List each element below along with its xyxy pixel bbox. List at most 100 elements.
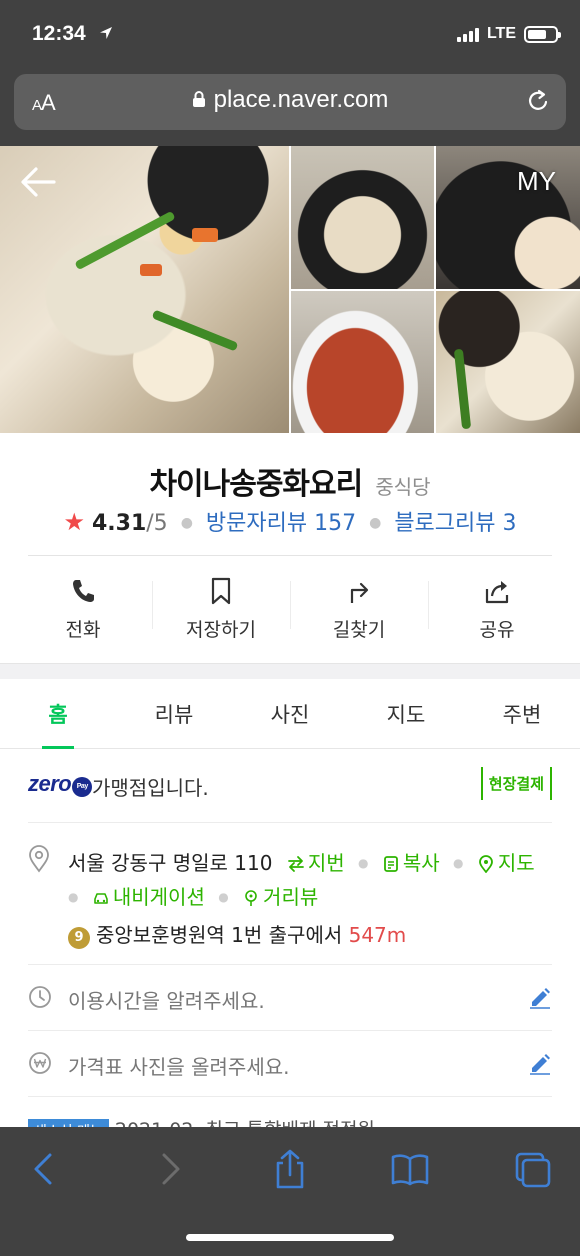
rating-row: ★ 4.31/5 ● 방문자리뷰 157 ● 블로그리뷰 3 [0,505,580,537]
tab-review[interactable]: 리뷰 [116,679,232,748]
url-text: place.naver.com [213,86,389,113]
url-display[interactable]: place.naver.com [14,86,566,114]
rating-max: /5 [146,511,168,536]
address-block: 서울 강동구 명일로 110 지번 ● 복사 ● 지도 ● 내비게이션 ● 거리… [28,823,552,965]
divider [28,555,552,556]
tab-map[interactable]: 지도 [348,679,464,748]
subway-info: 9 중앙보훈병원역 1번 출구에서 547m [68,919,406,949]
streetview-label: 거리뷰 [263,885,319,909]
zero-pay-row: zero Pay 가맹점입니다. 현장결제 [28,749,552,823]
separator-dot: ● [218,890,229,904]
bookmark-icon [211,577,231,605]
map-link[interactable]: 지도 [477,851,535,875]
place-name: 차이나송중화요리 [149,467,363,502]
swap-icon [287,856,304,872]
navigation-link[interactable]: 내비게이션 [92,885,211,909]
separator-dot: ● [180,515,193,531]
tab-bar: 홈 리뷰 사진 지도 주변 [0,679,580,749]
clock-icon [29,986,51,1008]
directions-button[interactable]: 길찾기 [290,571,428,643]
photo-gallery[interactable]: MY [0,146,580,433]
place-category: 중식당 [375,475,431,499]
zero-logo-text: zero [28,771,72,796]
pencil-icon[interactable] [528,985,552,1009]
location-arrow-icon [100,27,112,39]
price-request-text: 가격표 사진을 올려주세요. [68,1055,290,1079]
browser-top-chrome: 12:34 LTE AA place.naver.com [0,0,580,146]
subway-text: 중앙보훈병원역 1번 출구에서 [96,923,343,947]
phone-icon [73,580,94,602]
action-label: 공유 [479,619,515,641]
zero-pay-logo: zero Pay [28,771,93,797]
separator-dot: ● [453,856,464,870]
zero-pay-badge: Pay [72,777,93,797]
place-header: 차이나송중화요리 중식당 ★ 4.31/5 ● 방문자리뷰 157 ● 블로그리… [0,433,580,663]
navigation-label: 내비게이션 [112,885,205,909]
status-bar: 12:34 LTE [0,0,580,70]
info-section: zero Pay 가맹점입니다. 현장결제 서울 강동구 명일로 110 지번 ●… [0,749,580,1135]
pencil-icon[interactable] [528,1051,552,1075]
blog-reviews-link[interactable]: 블로그리뷰 3 [394,511,516,536]
rating-score: 4.31 [91,511,147,536]
hours-request-row[interactable]: 이용시간을 알려주세요. [28,965,552,1031]
tab-home[interactable]: 홈 [0,679,116,749]
separator-dot: ● [369,515,382,531]
hours-request-text: 이용시간을 알려주세요. [68,989,265,1013]
pin-outline-icon [478,855,493,874]
signal-icon [456,27,479,42]
action-label: 저장하기 [186,619,256,641]
subway-line-badge: 9 [68,927,90,949]
lock-icon [192,91,205,107]
photo-thumb-2[interactable] [436,146,580,289]
status-time: 12:34 [32,22,86,45]
streetview-link[interactable]: 거리뷰 [242,885,318,909]
back-chevron-icon[interactable] [24,1149,64,1189]
photo-thumb-4[interactable] [436,291,580,433]
map-label: 지도 [497,851,535,875]
zero-pay-text: 가맹점입니다. [92,776,209,800]
network-label: LTE [486,25,516,42]
photo-thumb-1[interactable] [291,146,434,289]
subway-distance: 547m [348,923,407,947]
reload-icon[interactable] [524,87,552,115]
car-icon [94,893,108,904]
lot-number-link[interactable]: 지번 [287,851,351,875]
address-text: 서울 강동구 명일로 110 [68,851,273,875]
price-request-row[interactable]: 가격표 사진을 올려주세요. [28,1031,552,1097]
lot-number-label: 지번 [307,851,345,875]
tabs-icon[interactable] [512,1149,552,1189]
share-button[interactable]: 공유 [428,571,566,643]
separator-dot: ● [357,856,369,870]
action-bar: 전화 저장하기 길찾기 공유 [14,571,566,643]
status-indicators: LTE [456,25,561,43]
won-coin-icon [29,1052,51,1074]
share-sheet-icon[interactable] [270,1149,310,1189]
title-row: 차이나송중화요리 중식당 [0,459,580,503]
address-links-row: ● 내비게이션 ● 거리뷰 [68,881,318,910]
tab-photo[interactable]: 사진 [232,679,348,748]
back-arrow-icon[interactable] [18,164,58,200]
copy-label: 복사 [402,851,440,875]
onsite-payment-badge: 현장결제 [480,767,552,800]
forward-chevron-icon[interactable] [150,1149,190,1189]
address-bar[interactable]: AA place.naver.com [14,74,566,130]
bookmarks-icon[interactable] [390,1149,430,1189]
directions-icon [350,582,369,603]
visitor-reviews-link[interactable]: 방문자리뷰 157 [206,511,356,536]
photo-thumb-3[interactable] [291,291,434,433]
battery-icon [524,25,561,43]
star-icon: ★ [63,508,85,536]
home-indicator[interactable] [186,1234,394,1241]
section-divider [0,663,580,679]
action-label: 길찾기 [332,619,386,641]
call-button[interactable]: 전화 [14,571,152,643]
action-label: 전화 [65,619,101,641]
save-button[interactable]: 저장하기 [152,571,290,643]
tab-nearby[interactable]: 주변 [464,679,580,748]
map-pin-icon [29,845,49,873]
copy-link[interactable]: 복사 [382,851,446,875]
streetview-icon [245,890,257,906]
my-button[interactable]: MY [517,166,556,197]
share-icon [485,581,509,604]
separator-dot: ● [68,890,79,904]
